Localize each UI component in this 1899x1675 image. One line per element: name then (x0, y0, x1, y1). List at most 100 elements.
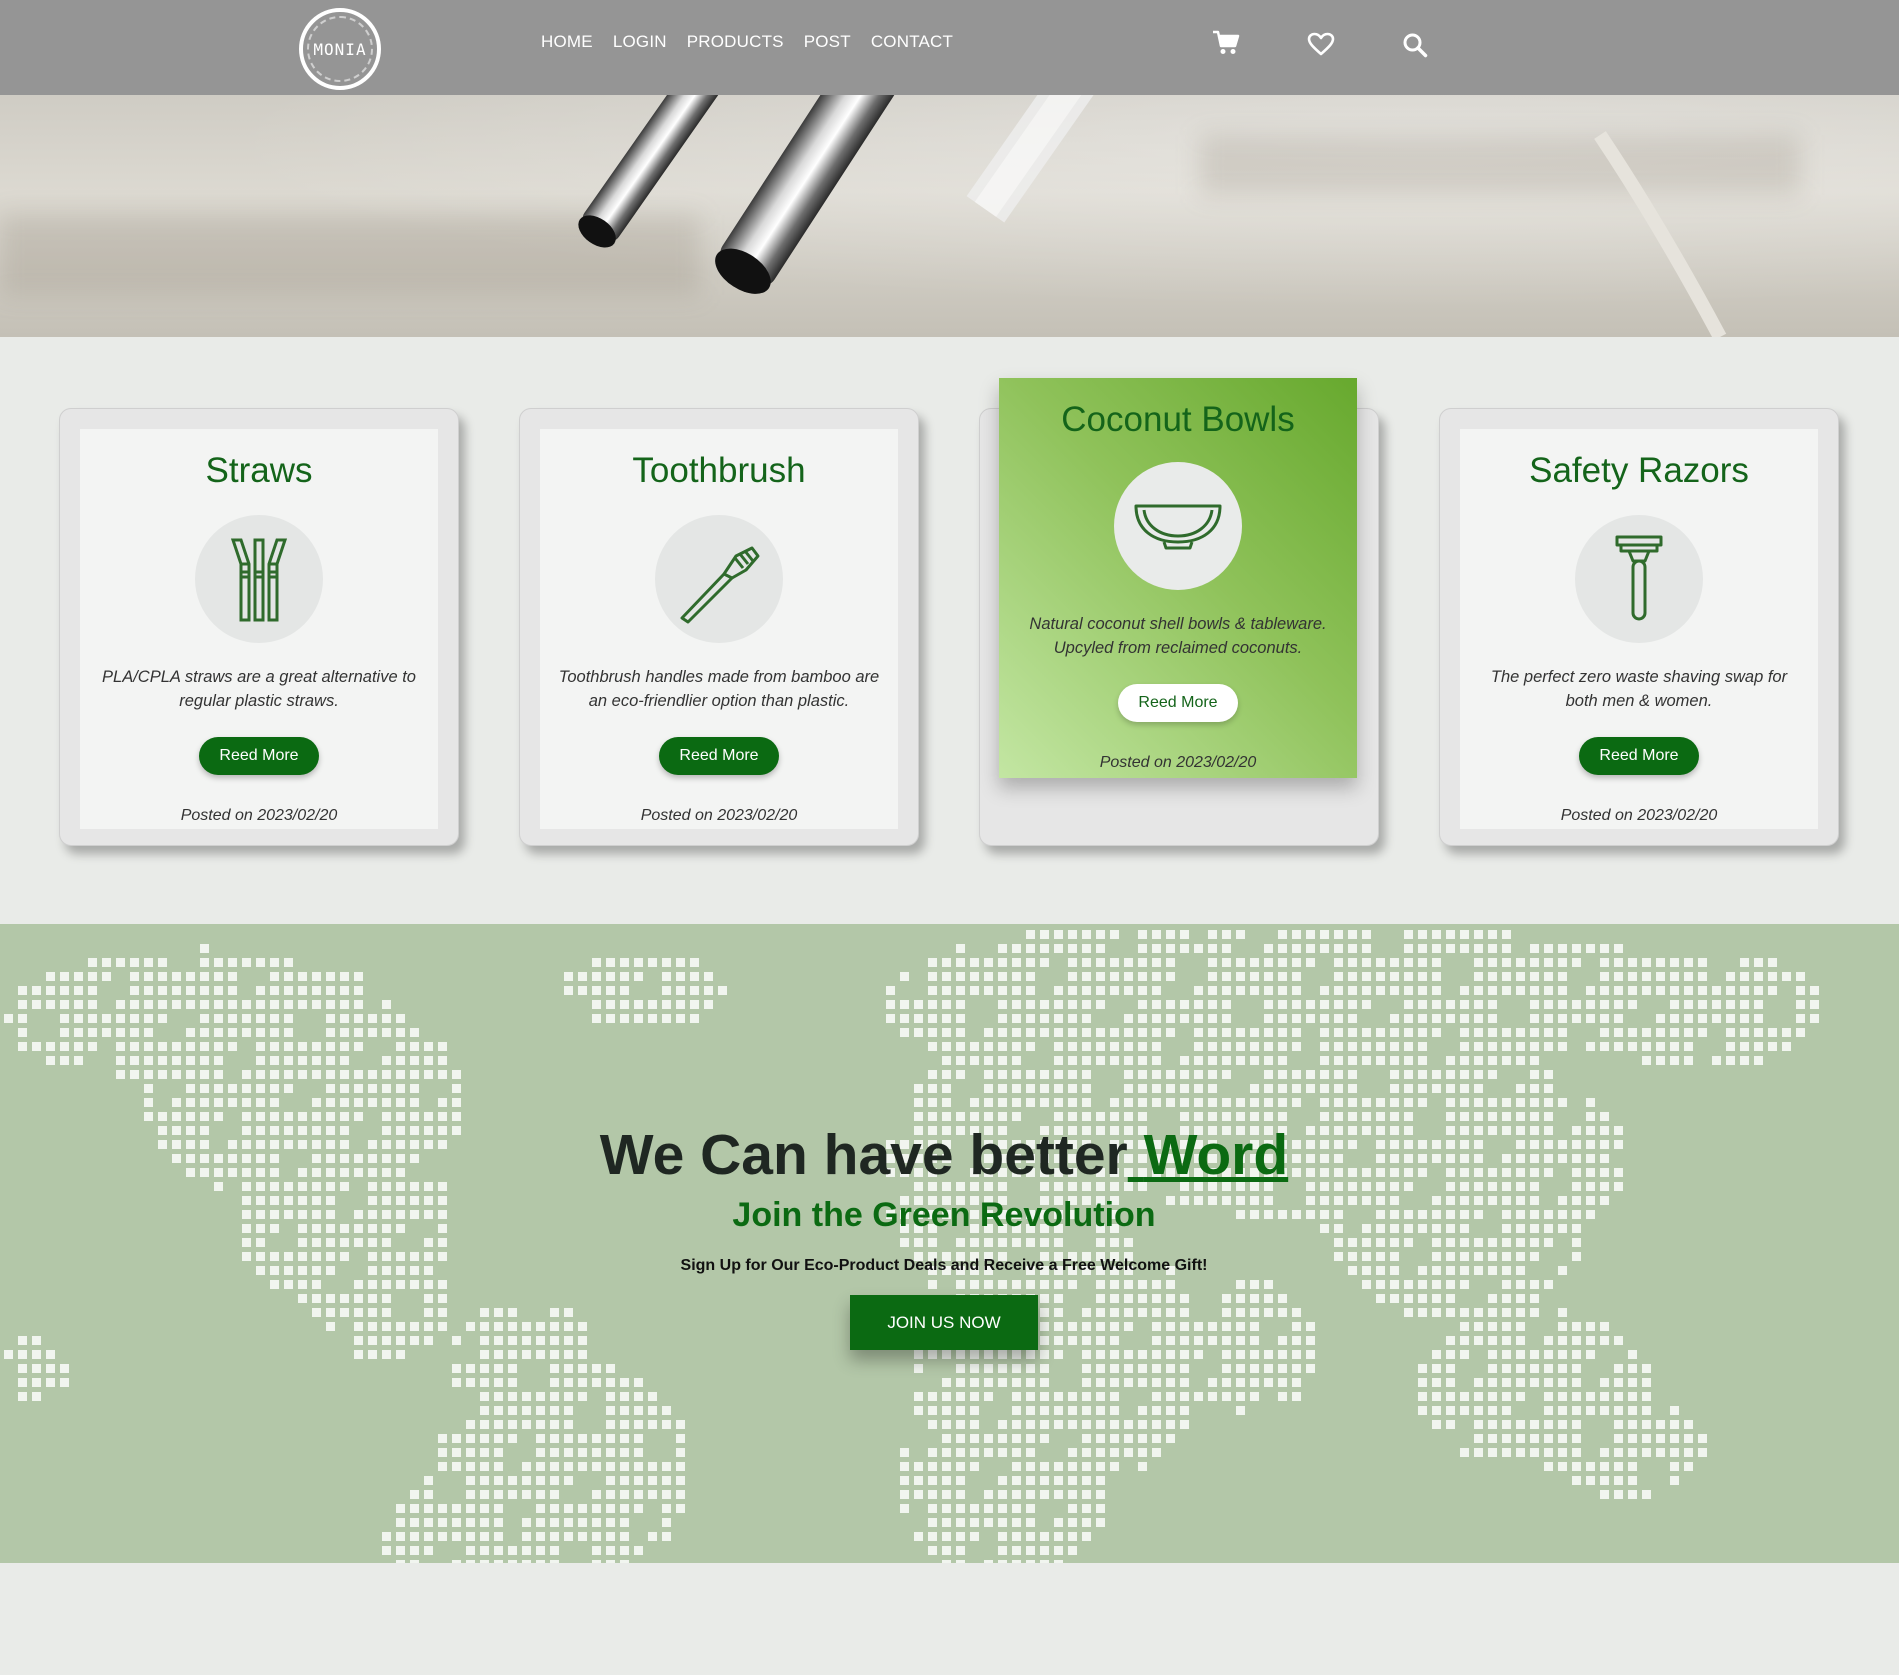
search-icon[interactable] (1402, 32, 1428, 63)
map-dot (270, 1014, 279, 1023)
heart-icon[interactable] (1307, 32, 1335, 61)
map-dot (1320, 930, 1329, 939)
map-dot (1544, 1392, 1553, 1401)
map-dot (690, 1000, 699, 1009)
map-dot (592, 1532, 601, 1541)
product-card-coconut-bowls[interactable]: Coconut Bowls Natural coconut shell bowl… (999, 378, 1357, 778)
map-dot (1082, 1000, 1091, 1009)
map-dot (956, 1350, 965, 1359)
map-dot (1348, 958, 1357, 967)
map-dot (1600, 1448, 1609, 1457)
map-dot (354, 986, 363, 995)
map-dot (1152, 1000, 1161, 1009)
map-dot (550, 1546, 559, 1555)
map-dot (270, 986, 279, 995)
map-dot (1264, 1084, 1273, 1093)
map-dot (1138, 1014, 1147, 1023)
map-dot (998, 1042, 1007, 1051)
map-dot (480, 1364, 489, 1373)
nav-home[interactable]: HOME (541, 32, 593, 52)
map-dot (1684, 1420, 1693, 1429)
map-dot (1264, 1280, 1273, 1289)
nav-products[interactable]: PRODUCTS (687, 32, 784, 52)
read-more-button[interactable]: Reed More (199, 737, 319, 775)
map-dot (634, 1014, 643, 1023)
map-dot (46, 1350, 55, 1359)
map-dot (494, 1392, 503, 1401)
cart-icon[interactable] (1212, 30, 1240, 61)
map-dot (32, 1364, 41, 1373)
map-dot (354, 1308, 363, 1317)
map-dot (620, 1546, 629, 1555)
map-dot (228, 958, 237, 967)
map-dot (410, 1112, 419, 1121)
map-dot (1754, 1028, 1763, 1037)
map-dot (998, 1364, 1007, 1373)
map-dot (1040, 1280, 1049, 1289)
map-dot (1740, 1000, 1749, 1009)
read-more-button[interactable]: Reed More (1118, 684, 1238, 722)
map-dot (1334, 1014, 1343, 1023)
map-dot (1054, 944, 1063, 953)
map-dot (956, 1462, 965, 1471)
map-dot (928, 1504, 937, 1513)
map-dot (1460, 1000, 1469, 1009)
map-dot (1768, 1028, 1777, 1037)
map-dot (1628, 958, 1637, 967)
map-dot (634, 958, 643, 967)
nav-login[interactable]: LOGIN (613, 32, 667, 52)
logo[interactable]: MONIA (299, 8, 381, 90)
map-dot (942, 1462, 951, 1471)
map-dot (1474, 1322, 1483, 1331)
map-dot (312, 1098, 321, 1107)
map-dot (438, 1434, 447, 1443)
map-dot (1740, 1056, 1749, 1065)
map-dot (1124, 972, 1133, 981)
map-dot (1614, 986, 1623, 995)
map-dot (928, 1420, 937, 1429)
map-dot (1026, 1504, 1035, 1513)
map-dot (676, 958, 685, 967)
map-dot (1516, 1056, 1525, 1065)
read-more-button[interactable]: Reed More (1579, 737, 1699, 775)
map-dot (1474, 1098, 1483, 1107)
join-us-now-button[interactable]: JOIN US NOW (850, 1295, 1038, 1350)
map-dot (452, 1364, 461, 1373)
map-dot (1264, 1028, 1273, 1037)
map-dot (1082, 1490, 1091, 1499)
map-dot (1558, 958, 1567, 967)
map-dot (466, 1322, 475, 1331)
map-dot (74, 1000, 83, 1009)
map-dot (928, 1462, 937, 1471)
map-dot (1026, 986, 1035, 995)
map-dot (1222, 1042, 1231, 1051)
map-dot (1292, 1392, 1301, 1401)
map-dot (1138, 1406, 1147, 1415)
map-dot (1460, 944, 1469, 953)
map-dot (1012, 1434, 1021, 1443)
nav-post[interactable]: POST (804, 32, 851, 52)
nav-contact[interactable]: CONTACT (871, 32, 953, 52)
map-dot (592, 1434, 601, 1443)
map-dot (1054, 1238, 1063, 1247)
map-dot (396, 1042, 405, 1051)
map-dot (1110, 1350, 1119, 1359)
map-dot (1138, 1294, 1147, 1303)
map-dot (1768, 986, 1777, 995)
map-dot (886, 986, 895, 995)
map-dot (1586, 1014, 1595, 1023)
map-dot (1572, 1448, 1581, 1457)
map-dot (1502, 958, 1511, 967)
map-dot (1418, 958, 1427, 967)
map-dot (466, 1378, 475, 1387)
map-dot (46, 986, 55, 995)
map-dot (18, 1028, 27, 1037)
map-dot (354, 1336, 363, 1345)
map-dot (326, 986, 335, 995)
map-dot (354, 1098, 363, 1107)
map-dot (1642, 1406, 1651, 1415)
map-dot (1292, 1378, 1301, 1387)
map-dot (690, 986, 699, 995)
cta-headline-word[interactable]: Word (1128, 1123, 1289, 1187)
read-more-button[interactable]: Reed More (659, 737, 779, 775)
